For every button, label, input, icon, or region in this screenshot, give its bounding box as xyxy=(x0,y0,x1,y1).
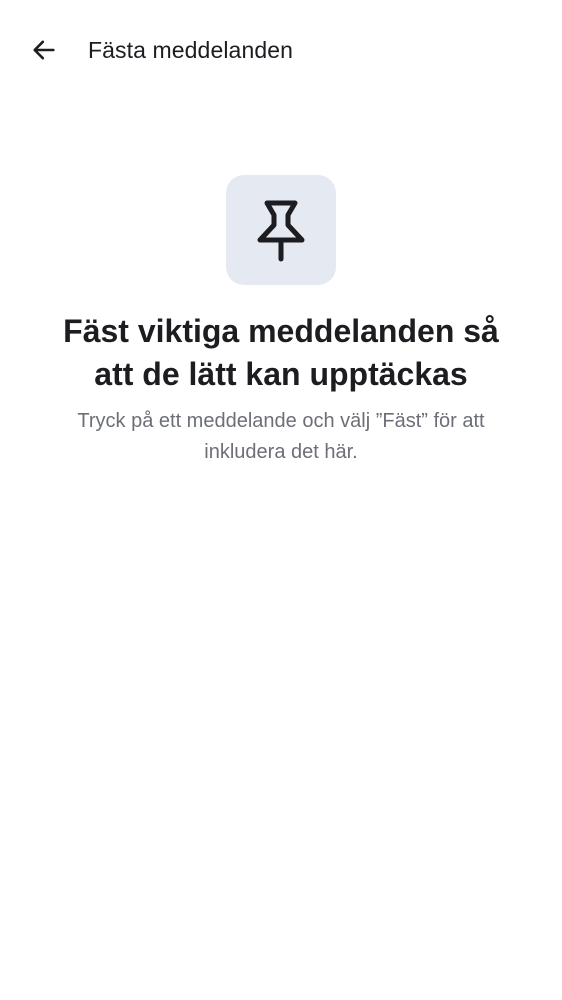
arrow-left-icon xyxy=(33,40,55,60)
empty-state-heading: Fäst viktiga meddelanden så att de lätt … xyxy=(63,313,499,392)
back-button[interactable] xyxy=(22,28,66,72)
top-app-bar: Fästa meddelanden xyxy=(0,0,562,100)
pushpin-icon xyxy=(257,200,305,262)
empty-state-description: Tryck på ett meddelande och välj ”Fäst” … xyxy=(77,410,485,463)
page-title: Fästa meddelanden xyxy=(88,37,294,63)
empty-state-icon-tile xyxy=(226,175,336,285)
